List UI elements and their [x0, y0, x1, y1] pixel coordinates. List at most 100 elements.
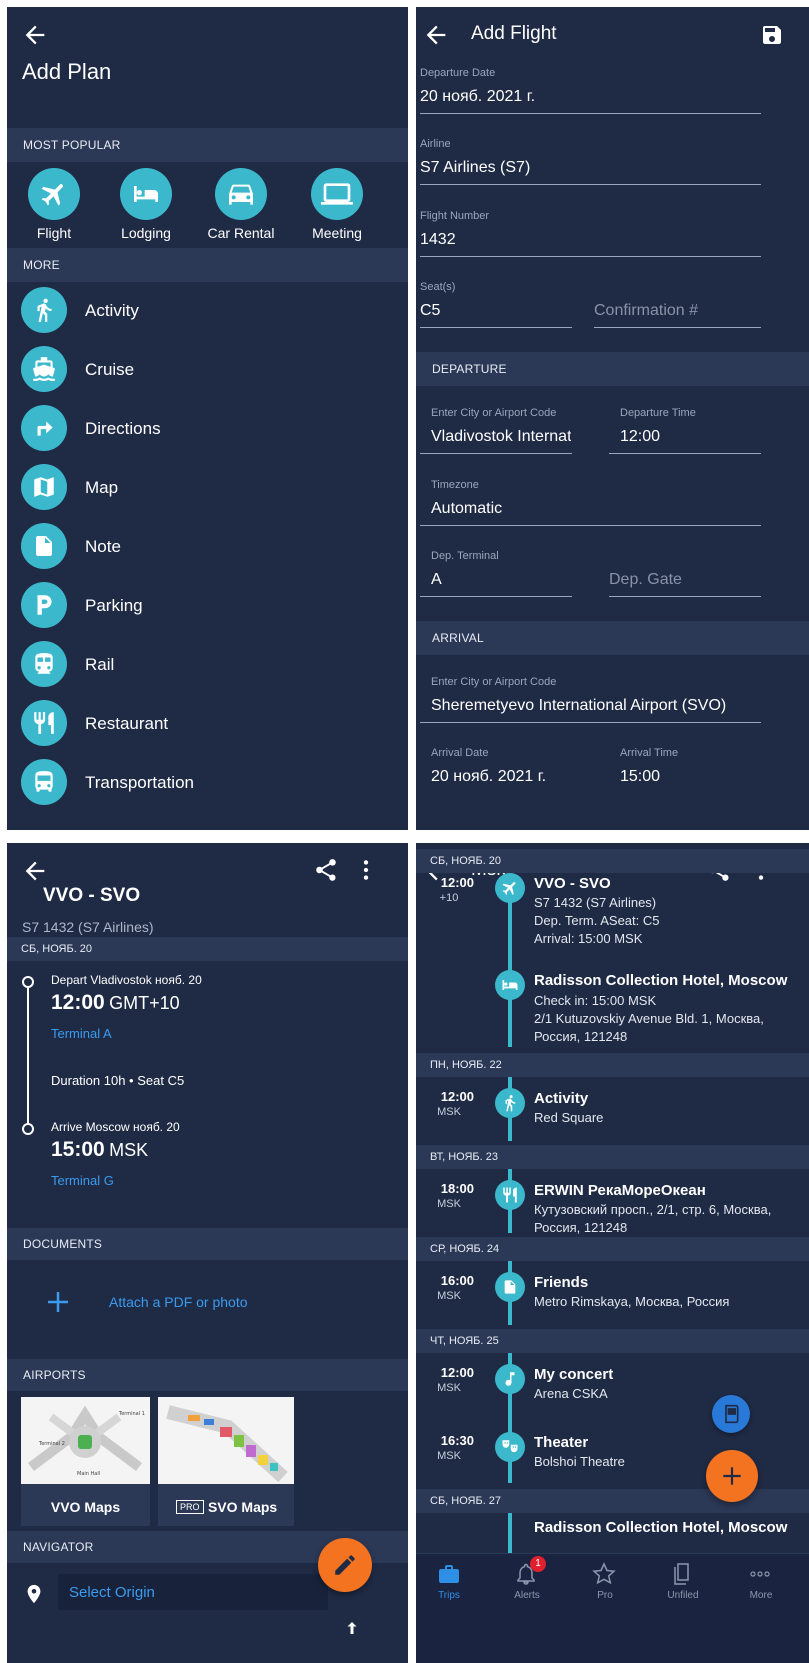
attach-pdf-link[interactable]: Attach a PDF or photo	[109, 1294, 248, 1310]
walking-person-icon	[495, 1088, 525, 1118]
item-tz: MSK	[437, 1290, 461, 1302]
vvo-airport-map-image: Terminal 1 Terminal 2 Main Hall	[21, 1397, 150, 1484]
arrive-terminal-link[interactable]: Terminal G	[51, 1173, 114, 1188]
walking-person-icon	[21, 287, 67, 333]
divider	[420, 525, 761, 526]
svo-maps-card[interactable]: PRO SVO Maps	[158, 1397, 294, 1526]
divider	[420, 722, 761, 723]
edit-fab-button[interactable]	[318, 1538, 372, 1592]
item-time: 16:00	[440, 1273, 474, 1288]
bottom-nav: Trips 1 Alerts Pro Unfiled More	[416, 1553, 809, 1663]
share-icon[interactable]	[313, 857, 339, 883]
section-header-arrival: ARRIVAL	[416, 621, 809, 655]
plus-icon	[723, 1467, 741, 1485]
item-detail: 2/1 Kutuzovskiy Avenue Bld. 1, Москва, Р…	[534, 1011, 764, 1044]
item-time: 16:30	[440, 1433, 474, 1448]
nav-unfiled[interactable]: Unfiled	[656, 1560, 710, 1606]
vvo-maps-card[interactable]: Terminal 1 Terminal 2 Main Hall VVO Maps	[21, 1397, 150, 1526]
flight-number-field[interactable]: 1432	[420, 231, 760, 249]
more-item-label: Directions	[85, 419, 161, 438]
dep-city-label: Enter City or Airport Code	[431, 407, 557, 419]
dep-time-field[interactable]: 12:00	[620, 428, 740, 446]
arr-time-label: Arrival Time	[620, 747, 679, 759]
arrive-time: 15:00	[51, 1138, 105, 1161]
save-icon[interactable]	[760, 23, 784, 47]
item-tz: +10	[439, 892, 459, 904]
timeline-segment	[508, 879, 512, 1047]
day-header: ЧТ, НОЯБ. 25	[416, 1329, 809, 1353]
note-icon	[21, 523, 67, 569]
add-fab-button[interactable]	[706, 1450, 758, 1502]
back-arrow-icon[interactable]	[21, 21, 49, 49]
item-detail: Dep. Term. ASeat: C5	[534, 913, 660, 928]
item-tz: MSK	[437, 1382, 461, 1394]
divider	[594, 327, 761, 328]
arr-city-field[interactable]: Sheremetyevo International Airport (SVO)	[431, 697, 761, 715]
nav-pro[interactable]: Pro	[578, 1560, 632, 1606]
pencil-icon	[335, 1555, 355, 1575]
location-pin-icon	[27, 1584, 41, 1604]
nav-label: Alerts	[514, 1590, 540, 1601]
section-header-airports: AIRPORTS	[7, 1359, 408, 1391]
item-detail: Check in: 15:00 MSK	[534, 993, 657, 1008]
timezone-field[interactable]: Automatic	[431, 500, 751, 518]
seats-label: Seat(s)	[420, 281, 456, 293]
dep-gate-field[interactable]: Dep. Gate	[609, 571, 682, 589]
train-icon	[21, 641, 67, 687]
nav-alerts[interactable]: 1 Alerts	[500, 1556, 554, 1606]
documents-icon	[674, 1563, 689, 1585]
add-flight-screen: Add Flight Departure Date 20 нояб. 2021 …	[416, 7, 809, 830]
nav-label: Pro	[597, 1590, 613, 1601]
notebook-fab-button[interactable]	[712, 1395, 750, 1433]
attach-add-button[interactable]	[23, 1267, 93, 1337]
item-title: VVO - SVO	[534, 875, 611, 892]
svg-text:Main Hall: Main Hall	[77, 1471, 100, 1477]
ship-icon	[21, 346, 67, 392]
theater-masks-icon	[495, 1432, 525, 1462]
departure-date-field[interactable]: 20 нояб. 2021 г.	[420, 88, 760, 106]
dep-city-field[interactable]: Vladivostok International Airport (VVO)	[431, 428, 571, 446]
section-header-more: MORE	[7, 248, 408, 282]
date-header: СБ, НОЯБ. 20	[7, 937, 408, 961]
popular-label: Meeting	[312, 225, 362, 241]
arrive-time-row: 15:00 MSK	[51, 1138, 148, 1162]
flight-subtitle: S7 1432 (S7 Airlines)	[22, 919, 154, 935]
music-note-icon	[495, 1364, 525, 1394]
item-time: 12:00	[440, 875, 474, 890]
dep-time-label: Departure Time	[620, 407, 696, 419]
more-item-label: Rail	[85, 655, 115, 674]
add-plan-screen: Add Plan MOST POPULAR Flight Lodging Car…	[7, 7, 408, 830]
item-detail: Arrival: 15:00 MSK	[534, 931, 643, 946]
arr-time-field[interactable]: 15:00	[620, 768, 740, 786]
page-title: Add Flight	[471, 23, 557, 44]
nav-trips[interactable]: Trips	[422, 1560, 476, 1606]
dep-terminal-label: Dep. Terminal	[431, 550, 499, 562]
depart-time: 12:00	[51, 991, 105, 1014]
depart-terminal-link[interactable]: Terminal A	[51, 1026, 112, 1041]
nav-more[interactable]: More	[734, 1560, 788, 1606]
back-arrow-icon[interactable]	[422, 21, 450, 49]
dep-terminal-field[interactable]: A	[431, 571, 571, 589]
more-horizontal-icon	[750, 1571, 770, 1577]
swap-arrow-icon[interactable]	[343, 1619, 361, 1637]
popular-label: Lodging	[121, 225, 171, 241]
timezone-label: Timezone	[431, 479, 479, 491]
airline-label: Airline	[420, 138, 451, 150]
parking-icon	[21, 582, 67, 628]
more-vertical-icon[interactable]	[353, 857, 379, 883]
back-arrow-icon[interactable]	[21, 857, 49, 885]
item-time: 12:00	[440, 1365, 474, 1380]
nav-label: More	[749, 1590, 773, 1601]
confirmation-field[interactable]: Confirmation #	[594, 302, 698, 320]
more-item-label: Activity	[85, 301, 139, 320]
arr-date-field[interactable]: 20 нояб. 2021 г.	[431, 768, 581, 786]
more-item-label: Parking	[85, 596, 143, 615]
seats-field[interactable]: C5	[420, 302, 570, 320]
airline-field[interactable]: S7 Airlines (S7)	[420, 159, 760, 177]
pro-badge: PRO	[176, 1500, 204, 1514]
fork-knife-icon	[21, 700, 67, 746]
item-detail: Red Square	[534, 1110, 604, 1125]
bed-icon	[120, 168, 172, 220]
select-origin-input[interactable]: Select Origin	[58, 1574, 328, 1610]
flight-number-label: Flight Number	[420, 210, 490, 222]
